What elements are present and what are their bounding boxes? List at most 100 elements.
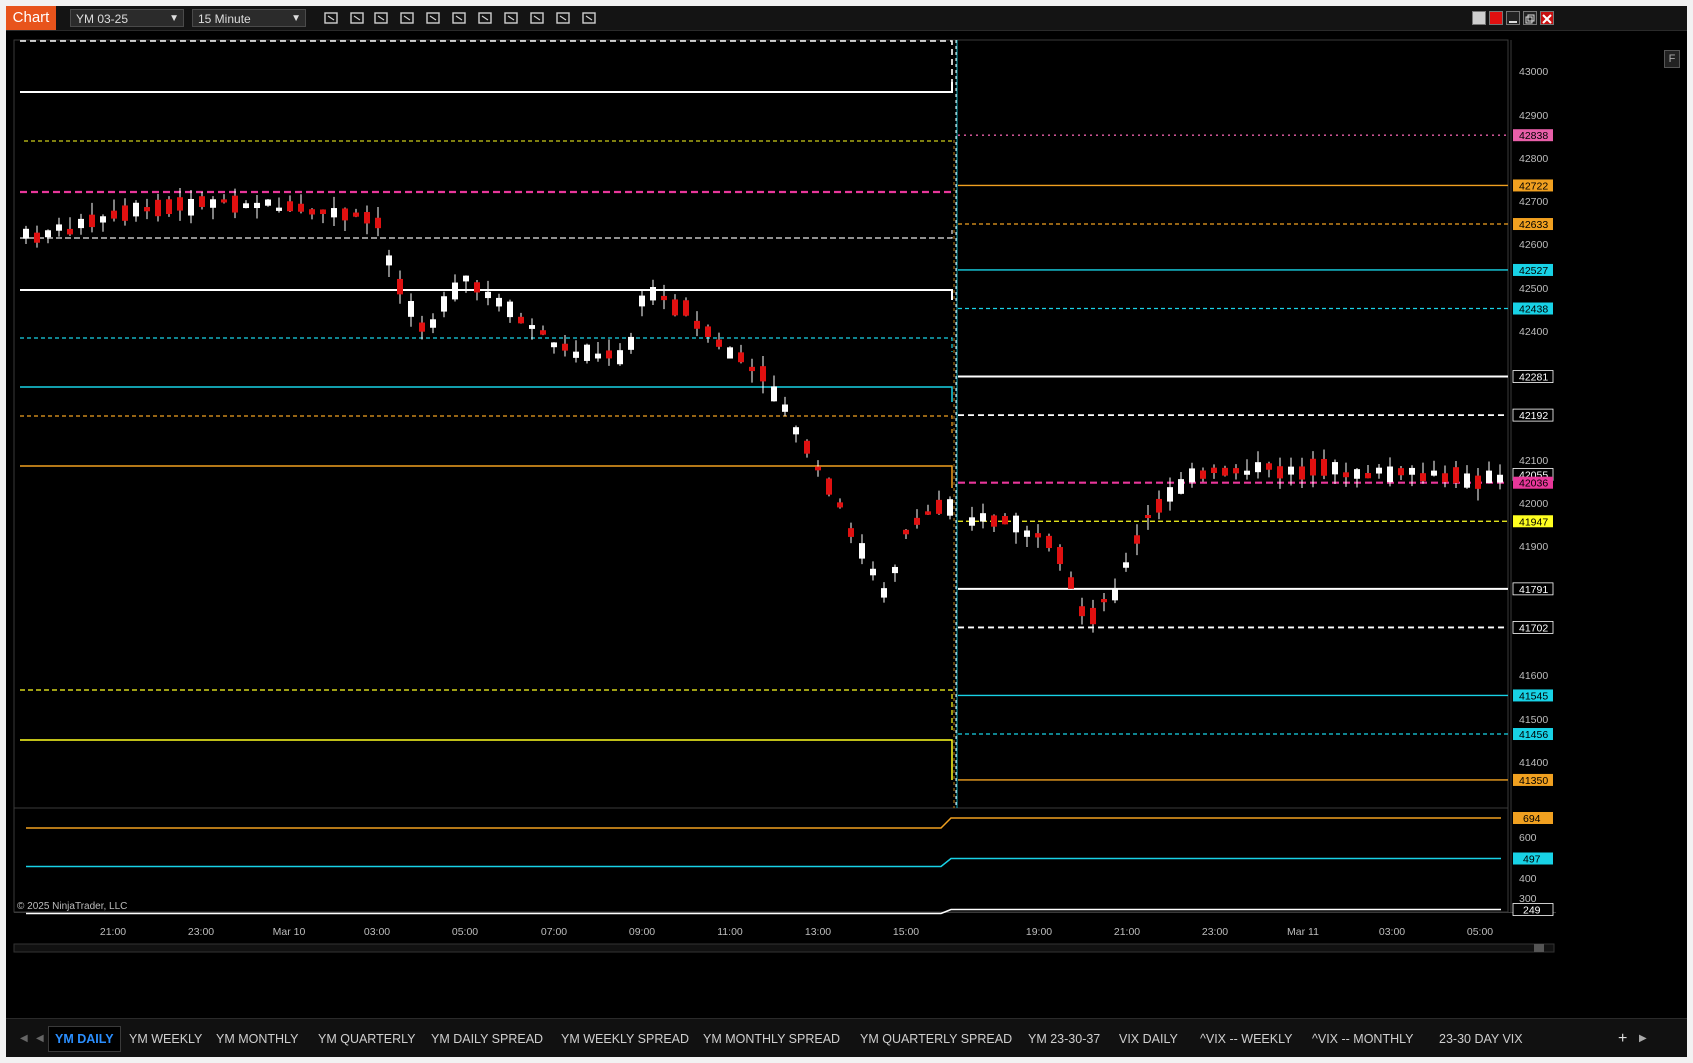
tab-ym-23-30-37[interactable]: YM 23-30-37 (1028, 1027, 1100, 1051)
interval-selector[interactable]: 15 Minute ▼ (192, 9, 306, 27)
price-marker-label: 42527 (1519, 265, 1548, 277)
candle-body (375, 217, 381, 229)
candle-body (716, 339, 722, 347)
horizontal-scrollbar[interactable] (13, 943, 1555, 953)
candle-body (45, 230, 51, 238)
candle-body (1431, 470, 1437, 476)
candle-body (617, 350, 623, 365)
properties-icon[interactable] (476, 9, 494, 27)
candle-body (100, 216, 106, 223)
candle-body (199, 196, 205, 207)
candle-body (23, 228, 29, 239)
candle-body (408, 301, 414, 317)
time-tick-label: 09:00 (629, 926, 655, 938)
price-tick-label: 41400 (1519, 757, 1548, 769)
chevron-down-icon: ▼ (169, 13, 179, 24)
tab-ym-monthly[interactable]: YM MONTHLY (216, 1027, 298, 1051)
candle-body (1134, 535, 1140, 544)
price-marker-label: 42438 (1519, 304, 1548, 316)
candle-body (551, 342, 557, 348)
color-link-icon[interactable] (1489, 11, 1503, 25)
tab-ym-weekly-spread[interactable]: YM WEEKLY SPREAD (561, 1027, 689, 1051)
candle-body (67, 228, 73, 235)
candle-body (1376, 467, 1382, 474)
candle-body (1486, 470, 1492, 484)
candle-body (1387, 466, 1393, 483)
strategies-icon[interactable] (528, 9, 546, 27)
restore-icon[interactable] (1523, 11, 1537, 25)
tab-23-30-day-vix[interactable]: 23-30 DAY VIX (1439, 1027, 1523, 1051)
candle-body (1475, 475, 1481, 489)
tab-vix-monthly[interactable]: ^VIX -- MONTHLY (1312, 1027, 1413, 1051)
candle-body (1156, 498, 1162, 513)
candle-body (914, 517, 920, 525)
candle-body (518, 316, 524, 324)
tab-ym-quarterly[interactable]: YM QUARTERLY (318, 1027, 415, 1051)
templates-icon[interactable] (554, 9, 572, 27)
scroll-right-icon[interactable]: ▶ (1639, 1027, 1647, 1051)
candle-body (1178, 479, 1184, 494)
close-icon[interactable] (1540, 11, 1554, 25)
candle-body (980, 513, 986, 522)
tab-ym-daily[interactable]: YM DAILY (48, 1026, 121, 1052)
candle-body (1057, 547, 1063, 565)
candle-body (1343, 472, 1349, 478)
candle-body (1398, 468, 1404, 476)
candle-body (496, 297, 502, 307)
minimize-icon[interactable] (1506, 11, 1520, 25)
instrument-selector[interactable]: YM 03-25 ▼ (70, 9, 184, 27)
price-marker-label: 42036 (1519, 478, 1548, 490)
candle-body (452, 282, 458, 300)
candle-body (111, 210, 117, 219)
candle-body (540, 330, 546, 335)
candle-body (760, 366, 766, 382)
tab-vix-weekly[interactable]: ^VIX -- WEEKLY (1200, 1027, 1292, 1051)
time-tick-label: 19:00 (1026, 926, 1052, 938)
time-tick-label: 21:00 (100, 926, 126, 938)
tab-ym-weekly[interactable]: YM WEEKLY (129, 1027, 202, 1051)
candle-body (1189, 468, 1195, 483)
candle-body (232, 195, 238, 213)
candle-body (309, 209, 315, 215)
candle-body (1365, 473, 1371, 479)
tab-ym-monthly-spread[interactable]: YM MONTHLY SPREAD (703, 1027, 840, 1051)
zoom-in-icon[interactable] (372, 9, 390, 27)
candle-body (177, 197, 183, 211)
zoom-out-icon[interactable] (398, 9, 416, 27)
pencil-draw-icon[interactable] (348, 9, 366, 27)
price-marker-label: 42281 (1519, 372, 1548, 384)
candle-body (1112, 589, 1118, 601)
candle-body (474, 282, 480, 293)
f-button[interactable]: F (1664, 50, 1680, 68)
data-box-icon[interactable] (450, 9, 468, 27)
time-tick-label: 11:00 (717, 926, 743, 938)
candle-body (276, 207, 282, 211)
candle-body (1442, 473, 1448, 483)
candle-body (1354, 469, 1360, 479)
candle-body (881, 588, 887, 598)
price-tick-label: 42600 (1519, 239, 1548, 251)
candle-body (1024, 530, 1030, 537)
indicator-marker-label: 497 (1523, 854, 1541, 866)
price-marker-label: 41702 (1519, 622, 1548, 634)
scrollbar-thumb[interactable] (1534, 944, 1544, 952)
price-chart[interactable]: 4300042900428004270042600425004240042200… (6, 30, 1687, 1018)
link-icon[interactable] (1472, 11, 1486, 25)
chart-title[interactable]: Chart (6, 6, 56, 30)
tab-ym-quarterly-spread[interactable]: YM QUARTERLY SPREAD (860, 1027, 1012, 1051)
indicators-icon[interactable] (502, 9, 520, 27)
bar-type-icon[interactable] (322, 9, 340, 27)
candle-body (166, 199, 172, 215)
chart-window: Chart YM 03-25 ▼ 15 Minute ▼ 43000 42900 4… (6, 6, 1687, 1057)
title-bar: Chart YM 03-25 ▼ 15 Minute ▼ (6, 6, 1687, 31)
add-tab-button[interactable]: + (1618, 1027, 1627, 1051)
scroll-left-icon[interactable]: ◀ (36, 1027, 44, 1051)
candle-body (133, 202, 139, 217)
candle-body (441, 296, 447, 312)
tab-ym-daily-spread[interactable]: YM DAILY SPREAD (431, 1027, 543, 1051)
pointer-icon[interactable] (424, 9, 442, 27)
tab-vix-daily[interactable]: VIX DAILY (1119, 1027, 1178, 1051)
scroll-left-icon[interactable]: ◀ (20, 1027, 28, 1051)
list-icon[interactable] (580, 9, 598, 27)
candle-body (34, 232, 40, 243)
